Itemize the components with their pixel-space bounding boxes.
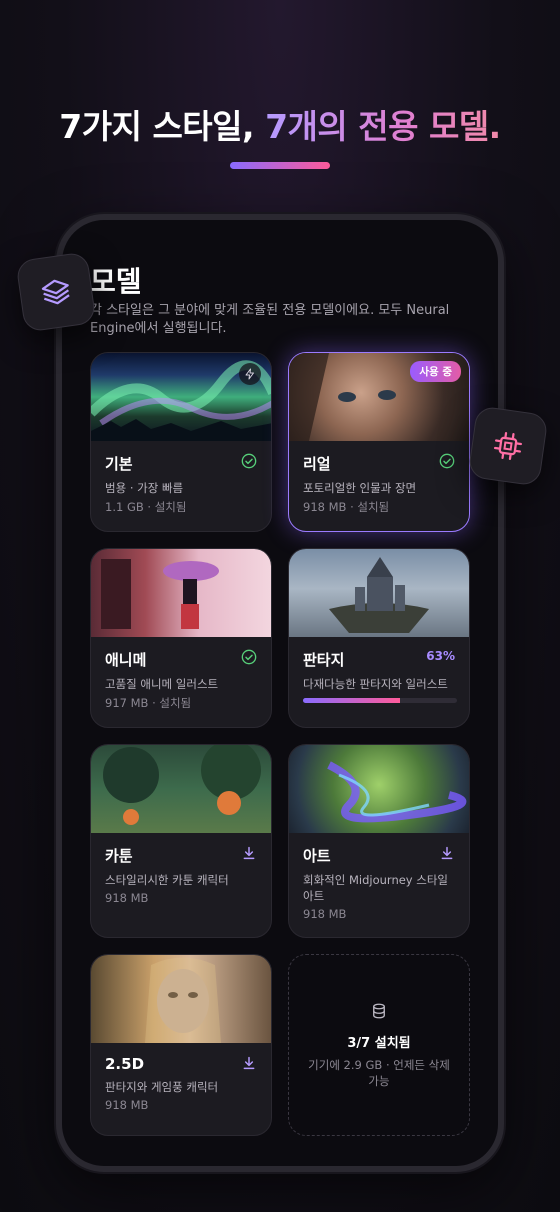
model-description: 범용 · 가장 빠름 xyxy=(105,481,184,495)
database-icon xyxy=(370,1002,388,1024)
model-meta: 918 MB · 설치됨 xyxy=(303,500,390,514)
model-meta: 918 MB xyxy=(105,891,149,905)
model-description: 판타지와 게임풍 캐릭터 xyxy=(105,1080,219,1094)
portrait-thumbnail: 사용 중 xyxy=(289,353,469,441)
download-progress-bar xyxy=(303,698,457,703)
bolt-icon xyxy=(239,363,261,385)
download-icon[interactable] xyxy=(241,1055,257,1075)
model-card-cartoon[interactable]: 카툰 스타일리시한 카툰 캐릭터 918 MB xyxy=(90,744,272,938)
headline-underline xyxy=(230,162,330,169)
model-name: 기본 xyxy=(105,455,133,473)
model-description: 스타일리시한 카툰 캐릭터 xyxy=(105,873,229,887)
model-meta: 1.1 GB · 설치됨 xyxy=(105,500,187,514)
model-card-art[interactable]: 아트 회화적인 Midjourney 스타일 아트 918 MB xyxy=(288,744,470,938)
model-name: 2.5D xyxy=(105,1055,145,1073)
elf-thumbnail xyxy=(91,955,271,1043)
page-headline: 7가지 스타일, 7개의 전용 모델. xyxy=(0,100,560,148)
model-card-basic[interactable]: 기본 범용 · 가장 빠름 1.1 GB · 설치됨 xyxy=(90,352,272,532)
download-icon[interactable] xyxy=(439,845,455,865)
check-circle-icon xyxy=(439,453,455,473)
storage-note: 기기에 2.9 GB · 언제든 삭제 가능 xyxy=(308,1057,450,1088)
phone-frame: 모델 각 스타일은 그 분야에 맞게 조율된 전용 모델이에요. 모두 Neur… xyxy=(56,214,504,1172)
art-thumbnail xyxy=(289,745,469,833)
model-card-anime[interactable]: 애니메 고품질 애니메 일러스트 917 MB · 설치됨 xyxy=(90,548,272,728)
model-description: 다재다능한 판타지와 일러스트 xyxy=(303,677,448,691)
download-percent: 63% xyxy=(426,649,455,663)
screen-subtitle: 각 스타일은 그 분야에 맞게 조율된 전용 모델이에요. 모두 Neural … xyxy=(90,303,450,336)
installed-count: 3/7 설치됨 xyxy=(347,1035,411,1051)
model-name: 애니메 xyxy=(105,651,147,669)
check-circle-icon xyxy=(241,649,257,669)
model-name: 카툰 xyxy=(105,847,133,865)
model-name: 리얼 xyxy=(303,455,331,473)
model-meta: 917 MB · 설치됨 xyxy=(105,696,192,710)
model-card-2-5d[interactable]: 2.5D 판타지와 게임풍 캐릭터 918 MB xyxy=(90,954,272,1136)
screen-title: 모델 xyxy=(90,265,142,298)
in-use-badge: 사용 중 xyxy=(410,361,461,382)
check-circle-icon xyxy=(241,453,257,473)
layers-icon xyxy=(15,251,97,333)
headline-part-2: 7개의 전용 모델. xyxy=(265,107,501,146)
installed-summary: 3/7 설치됨 기기에 2.9 GB · 언제든 삭제 가능 xyxy=(288,954,470,1136)
download-progress-fill xyxy=(303,698,401,703)
model-description: 회화적인 Midjourney 스타일 아트 xyxy=(303,873,449,903)
chip-icon xyxy=(467,405,549,487)
anime-thumbnail xyxy=(91,549,271,637)
model-name: 아트 xyxy=(303,847,331,865)
model-description: 포토리얼한 인물과 장면 xyxy=(303,481,417,495)
cartoon-thumbnail xyxy=(91,745,271,833)
headline-part-1: 7가지 스타일, xyxy=(59,107,266,146)
aurora-thumbnail xyxy=(91,353,271,441)
model-meta: 918 MB xyxy=(105,1098,149,1112)
model-card-real[interactable]: 사용 중 리얼 포토리얼한 인물과 장면 918 MB · 설치됨 xyxy=(288,352,470,532)
model-meta: 918 MB xyxy=(303,907,347,921)
castle-thumbnail xyxy=(289,549,469,637)
model-card-fantasy[interactable]: 판타지 다재다능한 판타지와 일러스트 63% xyxy=(288,548,470,728)
model-description: 고품질 애니메 일러스트 xyxy=(105,677,219,691)
download-icon[interactable] xyxy=(241,845,257,865)
